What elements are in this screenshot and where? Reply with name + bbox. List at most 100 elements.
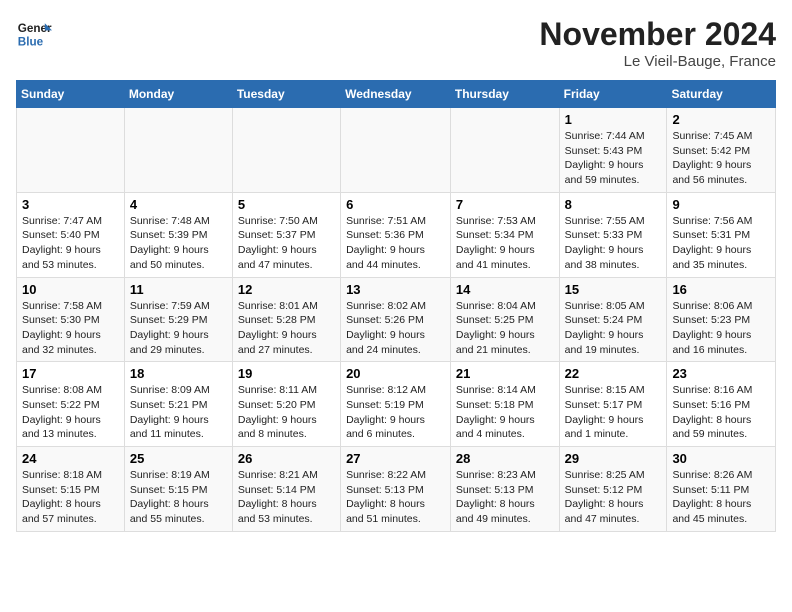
- calendar-cell: 23Sunrise: 8:16 AM Sunset: 5:16 PM Dayli…: [667, 362, 776, 447]
- calendar-cell: 2 Sunrise: 7:45 AM Sunset: 5:42 PM Daylig…: [667, 108, 776, 193]
- day-info: Sunrise: 8:05 AM Sunset: 5:24 PM Dayligh…: [565, 299, 662, 358]
- day-info: Sunrise: 8:22 AM Sunset: 5:13 PM Dayligh…: [346, 468, 445, 527]
- day-info: Sunrise: 8:25 AM Sunset: 5:12 PM Dayligh…: [565, 468, 662, 527]
- day-info: Sunrise: 8:01 AM Sunset: 5:28 PM Dayligh…: [238, 299, 335, 358]
- calendar-cell: 27 Sunrise: 8:22 AM Sunset: 5:13 PM Dayli…: [341, 447, 451, 532]
- calendar-cell: 18 Sunrise: 8:09 AM Sunset: 5:21 PM Dayli…: [124, 362, 232, 447]
- weekday-header: Sunday: [17, 81, 125, 108]
- day-info: Sunrise: 8:15 AM Sunset: 5:17 PM Dayligh…: [565, 383, 662, 442]
- day-info: Sunrise: 8:02 AM Sunset: 5:26 PM Dayligh…: [346, 299, 445, 358]
- calendar-week-row: 3Sunrise: 7:47 AM Sunset: 5:40 PM Daylig…: [17, 192, 776, 277]
- day-number: 12: [238, 282, 335, 297]
- day-info: Sunrise: 7:55 AM Sunset: 5:33 PM Dayligh…: [565, 214, 662, 273]
- day-info: Sunrise: 8:23 AM Sunset: 5:13 PM Dayligh…: [456, 468, 554, 527]
- month-title: November 2024: [539, 16, 776, 53]
- calendar-table: SundayMondayTuesdayWednesdayThursdayFrid…: [16, 80, 776, 532]
- calendar-cell: 1 Sunrise: 7:44 AM Sunset: 5:43 PM Daylig…: [559, 108, 667, 193]
- day-number: 21: [456, 366, 554, 381]
- day-info: Sunrise: 8:06 AM Sunset: 5:23 PM Dayligh…: [672, 299, 770, 358]
- calendar-cell: 16 Sunrise: 8:06 AM Sunset: 5:23 PM Dayli…: [667, 277, 776, 362]
- day-number: 6: [346, 197, 445, 212]
- day-number: 22: [565, 366, 662, 381]
- calendar-cell: 10 Sunrise: 7:58 AM Sunset: 5:30 PM Dayli…: [17, 277, 125, 362]
- calendar-cell: 13 Sunrise: 8:02 AM Sunset: 5:26 PM Dayli…: [341, 277, 451, 362]
- calendar-cell: 9 Sunrise: 7:56 AM Sunset: 5:31 PM Daylig…: [667, 192, 776, 277]
- day-number: 4: [130, 197, 227, 212]
- day-number: 7: [456, 197, 554, 212]
- day-number: 11: [130, 282, 227, 297]
- weekday-header: Thursday: [450, 81, 559, 108]
- calendar-cell: 30Sunrise: 8:26 AM Sunset: 5:11 PM Dayli…: [667, 447, 776, 532]
- location-title: Le Vieil-Bauge, France: [539, 53, 776, 70]
- calendar-cell: 6 Sunrise: 7:51 AM Sunset: 5:36 PM Daylig…: [341, 192, 451, 277]
- calendar-cell: 28 Sunrise: 8:23 AM Sunset: 5:13 PM Dayli…: [450, 447, 559, 532]
- day-info: Sunrise: 8:19 AM Sunset: 5:15 PM Dayligh…: [130, 468, 227, 527]
- weekday-header: Friday: [559, 81, 667, 108]
- calendar-cell: 22 Sunrise: 8:15 AM Sunset: 5:17 PM Dayli…: [559, 362, 667, 447]
- calendar-cell: 11 Sunrise: 7:59 AM Sunset: 5:29 PM Dayli…: [124, 277, 232, 362]
- day-number: 17: [22, 366, 119, 381]
- day-number: 1: [565, 112, 662, 127]
- day-number: 30: [672, 451, 770, 466]
- day-number: 28: [456, 451, 554, 466]
- weekday-header: Wednesday: [341, 81, 451, 108]
- day-number: 24: [22, 451, 119, 466]
- calendar-cell: [124, 108, 232, 193]
- calendar-cell: 8 Sunrise: 7:55 AM Sunset: 5:33 PM Daylig…: [559, 192, 667, 277]
- day-number: 29: [565, 451, 662, 466]
- calendar-cell: 17 Sunrise: 8:08 AM Sunset: 5:22 PM Dayli…: [17, 362, 125, 447]
- weekday-header: Saturday: [667, 81, 776, 108]
- calendar-cell: 26 Sunrise: 8:21 AM Sunset: 5:14 PM Dayli…: [232, 447, 340, 532]
- day-number: 26: [238, 451, 335, 466]
- day-info: Sunrise: 7:48 AM Sunset: 5:39 PM Dayligh…: [130, 214, 227, 273]
- calendar-cell: [232, 108, 340, 193]
- day-number: 9: [672, 197, 770, 212]
- calendar-cell: 20 Sunrise: 8:12 AM Sunset: 5:19 PM Dayli…: [341, 362, 451, 447]
- calendar-week-row: 1 Sunrise: 7:44 AM Sunset: 5:43 PM Daylig…: [17, 108, 776, 193]
- day-info: Sunrise: 7:50 AM Sunset: 5:37 PM Dayligh…: [238, 214, 335, 273]
- day-info: Sunrise: 7:51 AM Sunset: 5:36 PM Dayligh…: [346, 214, 445, 273]
- day-info: Sunrise: 7:53 AM Sunset: 5:34 PM Dayligh…: [456, 214, 554, 273]
- day-info: Sunrise: 8:09 AM Sunset: 5:21 PM Dayligh…: [130, 383, 227, 442]
- calendar-cell: [341, 108, 451, 193]
- day-info: Sunrise: 7:45 AM Sunset: 5:42 PM Dayligh…: [672, 129, 770, 188]
- page-header: General Blue November 2024 Le Vieil-Baug…: [16, 16, 776, 70]
- day-info: Sunrise: 7:58 AM Sunset: 5:30 PM Dayligh…: [22, 299, 119, 358]
- day-info: Sunrise: 8:08 AM Sunset: 5:22 PM Dayligh…: [22, 383, 119, 442]
- day-number: 13: [346, 282, 445, 297]
- day-info: Sunrise: 8:11 AM Sunset: 5:20 PM Dayligh…: [238, 383, 335, 442]
- day-number: 14: [456, 282, 554, 297]
- calendar-cell: 24Sunrise: 8:18 AM Sunset: 5:15 PM Dayli…: [17, 447, 125, 532]
- day-number: 2: [672, 112, 770, 127]
- calendar-cell: 29 Sunrise: 8:25 AM Sunset: 5:12 PM Dayli…: [559, 447, 667, 532]
- day-info: Sunrise: 8:12 AM Sunset: 5:19 PM Dayligh…: [346, 383, 445, 442]
- day-info: Sunrise: 8:14 AM Sunset: 5:18 PM Dayligh…: [456, 383, 554, 442]
- calendar-cell: 21 Sunrise: 8:14 AM Sunset: 5:18 PM Dayli…: [450, 362, 559, 447]
- day-number: 18: [130, 366, 227, 381]
- logo-icon: General Blue: [16, 16, 52, 52]
- day-number: 15: [565, 282, 662, 297]
- calendar-cell: 19Sunrise: 8:11 AM Sunset: 5:20 PM Dayli…: [232, 362, 340, 447]
- day-number: 20: [346, 366, 445, 381]
- weekday-header: Tuesday: [232, 81, 340, 108]
- day-number: 10: [22, 282, 119, 297]
- day-number: 3: [22, 197, 119, 212]
- day-number: 16: [672, 282, 770, 297]
- calendar-cell: 4 Sunrise: 7:48 AM Sunset: 5:39 PM Daylig…: [124, 192, 232, 277]
- day-info: Sunrise: 7:59 AM Sunset: 5:29 PM Dayligh…: [130, 299, 227, 358]
- day-number: 5: [238, 197, 335, 212]
- title-section: November 2024 Le Vieil-Bauge, France: [539, 16, 776, 70]
- calendar-cell: 14 Sunrise: 8:04 AM Sunset: 5:25 PM Dayli…: [450, 277, 559, 362]
- day-number: 27: [346, 451, 445, 466]
- calendar-cell: 15 Sunrise: 8:05 AM Sunset: 5:24 PM Dayli…: [559, 277, 667, 362]
- day-info: Sunrise: 7:44 AM Sunset: 5:43 PM Dayligh…: [565, 129, 662, 188]
- calendar-week-row: 17 Sunrise: 8:08 AM Sunset: 5:22 PM Dayli…: [17, 362, 776, 447]
- calendar-cell: 5 Sunrise: 7:50 AM Sunset: 5:37 PM Daylig…: [232, 192, 340, 277]
- calendar-cell: [17, 108, 125, 193]
- day-number: 8: [565, 197, 662, 212]
- day-info: Sunrise: 8:04 AM Sunset: 5:25 PM Dayligh…: [456, 299, 554, 358]
- calendar-week-row: 24Sunrise: 8:18 AM Sunset: 5:15 PM Dayli…: [17, 447, 776, 532]
- day-info: Sunrise: 7:56 AM Sunset: 5:31 PM Dayligh…: [672, 214, 770, 273]
- day-info: Sunrise: 8:21 AM Sunset: 5:14 PM Dayligh…: [238, 468, 335, 527]
- calendar-header-row: SundayMondayTuesdayWednesdayThursdayFrid…: [17, 81, 776, 108]
